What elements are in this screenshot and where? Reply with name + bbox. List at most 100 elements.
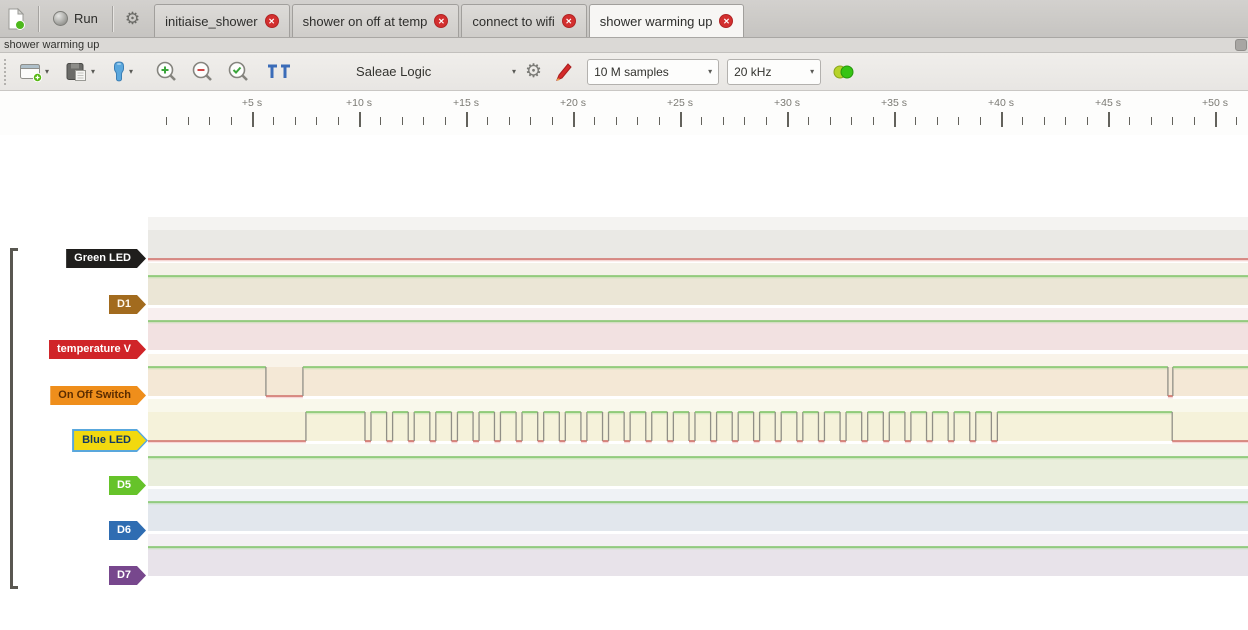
ruler-tick [294, 117, 296, 125]
tab-initiaise-shower[interactable]: initiaise_shower ✕ [154, 4, 290, 37]
toolbar-grip[interactable] [4, 58, 10, 85]
samples-label: 10 M samples [594, 64, 669, 79]
ruler-label: +20 s [560, 97, 586, 109]
trigger-probe-button[interactable] [551, 59, 579, 85]
run-label: Run [74, 11, 98, 26]
channel-label-panel: Green LED D1 temperature V On Off Switch Blu… [0, 135, 148, 630]
tab-close-icon[interactable]: ✕ [719, 14, 734, 28]
save-capture-button[interactable]: ▾ [62, 60, 98, 84]
timeline-ruler[interactable]: +5 s +10 s +15 s +20 s +25 s +30 s +35 s +40 s +… [0, 91, 1248, 135]
probe-icon [114, 60, 125, 81]
channel-tag-d5[interactable]: D5 [109, 476, 146, 495]
ruler-tick [401, 117, 403, 125]
pulse-edges-icon [268, 64, 291, 78]
ruler-tick [1129, 117, 1131, 125]
ruler-tick [252, 112, 254, 127]
channel-tag-temperature-v[interactable]: temperature V [49, 340, 146, 359]
ruler-tick [787, 112, 789, 127]
tab-close-icon[interactable]: ✕ [561, 14, 576, 28]
tab-label: initiaise_shower [165, 13, 258, 29]
channel-tag-d7[interactable]: D7 [109, 566, 146, 585]
channel-tag-d6[interactable]: D6 [109, 521, 146, 540]
ruler-tick [594, 117, 596, 125]
caret-down-icon: ▾ [45, 66, 50, 76]
zoom-fit-button[interactable] [224, 58, 254, 86]
ruler-tick [466, 112, 468, 127]
new-file-button[interactable] [0, 6, 32, 32]
tab-connect-to-wifi[interactable]: connect to wifi ✕ [461, 4, 587, 37]
waveform-blue-led [148, 399, 1248, 444]
ruler-tick [936, 117, 938, 125]
zoom-in-icon [156, 61, 176, 81]
tab-shower-on-off-at-temp[interactable]: shower on off at temp ✕ [291, 4, 460, 37]
waveform-d6 [148, 489, 1248, 531]
separator [111, 5, 113, 32]
channel-group-bracket[interactable] [10, 248, 18, 589]
ruler-tick [573, 112, 575, 127]
ruler-label: +10 s [346, 97, 372, 109]
app-window: Run ⚙ initiaise_shower ✕ shower on off a… [0, 0, 1248, 630]
channel-tag-green-led[interactable]: Green LED [66, 249, 146, 268]
ruler-label: +25 s [667, 97, 693, 109]
ruler-tick [187, 117, 189, 125]
ruler-label: +45 s [1095, 97, 1121, 109]
panel-icon[interactable] [1235, 39, 1247, 51]
ruler-tick [680, 112, 682, 127]
channel-tag-d1[interactable]: D1 [109, 295, 146, 314]
device-label: Saleae Logic [356, 64, 432, 79]
waveform-d5 [148, 444, 1248, 486]
ruler-tick [765, 117, 767, 125]
tab-close-icon[interactable]: ✕ [264, 14, 279, 28]
ruler-tick [423, 117, 425, 125]
channel-tag-selection: Blue LED [72, 429, 148, 452]
caret-down-icon: ▾ [810, 66, 815, 76]
ruler-tick [722, 117, 724, 125]
toolbar: ▾ ▾ ▾ Saleae Logic ▾ ⚙ 10 M samples ▾ 20… [0, 53, 1248, 91]
capture-title: shower warming up [4, 39, 100, 51]
ruler-tick [979, 117, 981, 125]
waveform-area[interactable]: Green LED D1 temperature V On Off Switch Blu… [0, 135, 1248, 630]
channel-tag-blue-led[interactable]: Blue LED [74, 431, 146, 450]
gear-icon: ⚙ [525, 61, 543, 82]
tab-label: shower warming up [599, 13, 713, 29]
open-capture-button[interactable]: ▾ [16, 60, 52, 84]
caret-down-icon: ▾ [708, 66, 713, 76]
ruler-tick [1215, 112, 1217, 127]
edge-jump-button[interactable] [262, 60, 296, 84]
ruler-tick [444, 117, 446, 125]
device-select[interactable]: Saleae Logic ▾ [356, 64, 516, 79]
ruler-tick [851, 117, 853, 125]
ruler-label: +40 s [988, 97, 1014, 109]
ruler-tick [701, 117, 703, 125]
run-button[interactable]: Run [45, 9, 106, 28]
tab-shower-warming-up[interactable]: shower warming up ✕ [588, 4, 745, 37]
ruler-tick [1172, 117, 1174, 125]
tab-strip: initiaise_shower ✕ shower on off at temp… [154, 0, 746, 37]
settings-gear-button[interactable]: ⚙ [119, 8, 146, 29]
ruler-tick [359, 112, 361, 127]
channel-tag-on-off-switch[interactable]: On Off Switch [50, 386, 146, 405]
samples-select[interactable]: 10 M samples ▾ [587, 58, 720, 85]
waveform-green-led [148, 217, 1248, 262]
ruler-label: +15 s [453, 97, 479, 109]
ruler-tick [337, 117, 339, 125]
zoom-out-button[interactable] [188, 58, 218, 86]
rate-select[interactable]: 20 kHz ▾ [727, 58, 822, 85]
caret-down-icon: ▾ [91, 66, 96, 76]
new-document-icon [8, 7, 25, 30]
zoom-in-button[interactable] [152, 58, 182, 86]
ruler-tick [508, 117, 510, 125]
tab-label: connect to wifi [472, 13, 555, 29]
red-probe-icon [556, 62, 572, 81]
tab-close-icon[interactable]: ✕ [434, 14, 449, 28]
ruler-tick [230, 117, 232, 125]
run-icon [53, 11, 68, 26]
ruler-tick [658, 117, 660, 125]
ruler-tick [380, 117, 382, 125]
tab-label: shower on off at temp [302, 13, 428, 29]
ruler-tick [1193, 117, 1195, 125]
caret-down-icon: ▾ [512, 66, 517, 76]
device-settings-button[interactable]: ⚙ [522, 60, 545, 83]
ruler-tick [615, 117, 617, 125]
probe-button[interactable]: ▾ [108, 59, 136, 85]
